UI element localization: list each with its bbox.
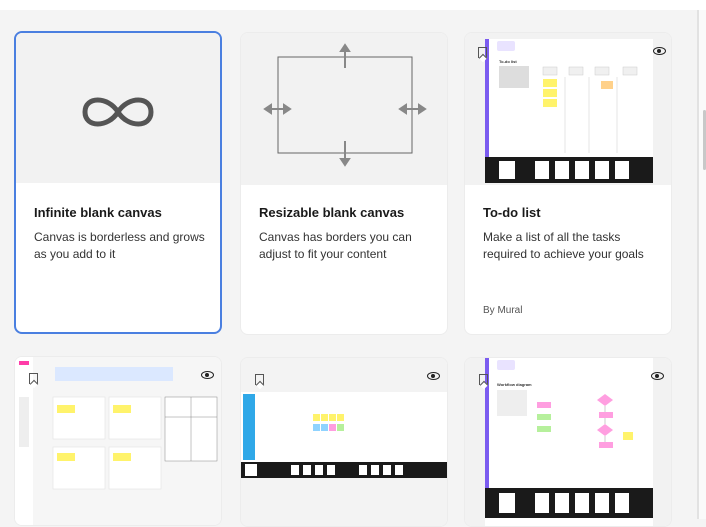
template-title: Infinite blank canvas — [34, 205, 162, 220]
template-author: By Mural — [483, 305, 523, 316]
template-title: Resizable blank canvas — [259, 205, 405, 220]
preview-eye-icon[interactable] — [201, 371, 214, 379]
template-card-canvas-preview[interactable] — [14, 356, 222, 526]
scrollbar[interactable] — [699, 10, 706, 519]
template-description: Make a list of all the tasks required to… — [483, 230, 644, 261]
preview-heading: Workflow diagram — [497, 382, 532, 387]
bookmark-icon[interactable] — [255, 374, 264, 385]
template-title: To-do list — [483, 205, 541, 220]
top-band — [0, 0, 706, 10]
template-description: Canvas has borders you can adjust to fit… — [259, 230, 412, 261]
canvas-preview — [15, 357, 221, 525]
template-card-resizable-blank-canvas[interactable]: Resizable blank canvas Canvas has border… — [240, 32, 448, 335]
infinity-icon — [82, 97, 154, 127]
to-do-list-preview: To-do list — [485, 39, 653, 183]
workflow-diagram-preview: Workflow diagram — [485, 358, 653, 526]
preview-eye-icon[interactable] — [653, 47, 666, 55]
template-preview — [15, 357, 221, 525]
template-card-to-do-list[interactable]: To-do list To-do list Make a list of all… — [464, 32, 672, 335]
kanban-preview — [241, 358, 447, 526]
template-preview: To-do list — [465, 33, 671, 185]
bookmark-icon[interactable] — [29, 373, 38, 384]
template-description: Canvas is borderless and grows as you ad… — [34, 230, 205, 261]
template-preview — [241, 33, 447, 185]
template-preview — [16, 33, 220, 183]
preview-eye-icon[interactable] — [427, 372, 440, 380]
bookmark-icon[interactable] — [479, 374, 488, 385]
resize-arrows-icon — [263, 43, 427, 167]
template-card-kanban-preview[interactable] — [240, 357, 448, 527]
template-card-infinite-blank-canvas[interactable]: Infinite blank canvas Canvas is borderle… — [14, 31, 222, 334]
template-preview — [241, 358, 447, 526]
template-preview: Workflow diagram — [465, 358, 671, 526]
preview-heading: To-do list — [499, 59, 517, 64]
template-card-workflow-diagram[interactable]: Workflow diagram — [464, 357, 672, 527]
preview-eye-icon[interactable] — [651, 372, 664, 380]
bookmark-icon[interactable] — [478, 47, 487, 58]
